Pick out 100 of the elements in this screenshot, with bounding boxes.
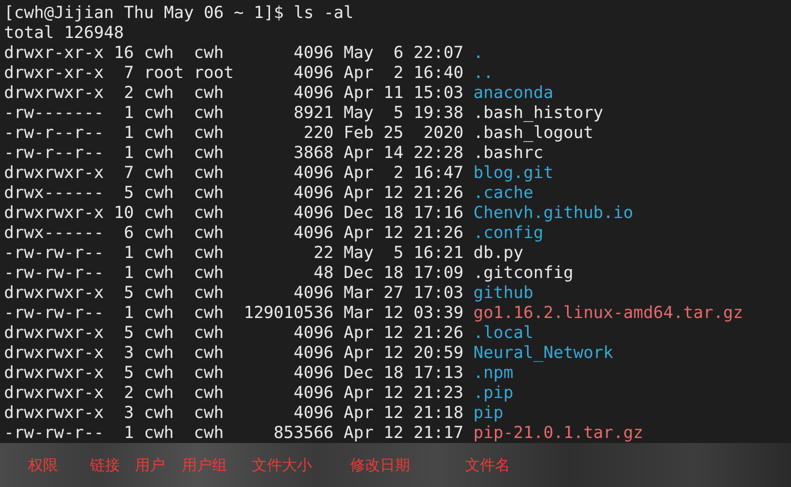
- owner: cwh: [144, 423, 175, 443]
- month: Apr: [344, 143, 374, 163]
- file-size: 4096: [292, 283, 334, 303]
- time: 03:39: [414, 303, 464, 323]
- owner: cwh: [144, 143, 175, 163]
- month: Apr: [344, 383, 374, 403]
- owner: cwh: [144, 403, 175, 423]
- permissions: drwxrwxr-x: [4, 283, 104, 303]
- time: 16:21: [414, 243, 464, 263]
- file-size: 4096: [292, 63, 334, 83]
- file-size: 4096: [292, 83, 334, 103]
- file-name: .gitconfig: [473, 263, 574, 283]
- time: 22:28: [414, 143, 464, 163]
- time: 20:59: [414, 343, 464, 363]
- link-count: 7: [122, 63, 134, 83]
- time: 21:26: [414, 323, 464, 343]
- group: cwh: [194, 223, 234, 243]
- file-name: anaconda: [473, 83, 554, 103]
- file-name: .config: [473, 223, 544, 243]
- permissions: drwxrwxr-x: [4, 363, 104, 383]
- permissions: -rw-rw-r--: [4, 303, 104, 323]
- time: 16:40: [414, 63, 464, 83]
- link-count: 5: [122, 183, 134, 203]
- day: 2: [384, 163, 404, 183]
- day: 5: [384, 243, 404, 263]
- owner: cwh: [144, 383, 175, 403]
- month: Dec: [344, 203, 374, 223]
- file-size: 4096: [292, 383, 334, 403]
- month: Apr: [344, 403, 374, 423]
- permissions: -rw-rw-r--: [4, 423, 104, 443]
- group: root: [194, 63, 234, 83]
- file-size: 4096: [292, 43, 334, 63]
- time: 21:23: [414, 383, 464, 403]
- file-size: 8921: [292, 103, 334, 123]
- link-count: 5: [122, 363, 134, 383]
- permissions: drwx------: [4, 183, 104, 203]
- day: 12: [384, 223, 404, 243]
- file-size: 48: [312, 263, 334, 283]
- month: Mar: [344, 283, 374, 303]
- group: cwh: [194, 363, 234, 383]
- total-line: total 126948: [4, 23, 125, 43]
- owner: cwh: [144, 283, 175, 303]
- link-count: 2: [122, 83, 134, 103]
- link-count: 1: [122, 143, 134, 163]
- day: 12: [384, 403, 404, 423]
- permissions: drwx------: [4, 223, 104, 243]
- month: Apr: [344, 83, 374, 103]
- permissions: drwxrwxr-x: [4, 383, 104, 403]
- file-size: 4096: [292, 203, 334, 223]
- time: 16:47: [414, 163, 464, 183]
- day: 25: [384, 123, 404, 143]
- link-count: 1: [122, 243, 134, 263]
- day: 12: [384, 303, 404, 323]
- column-label: 用户: [135, 456, 165, 474]
- day: 2: [384, 63, 404, 83]
- group: cwh: [194, 303, 234, 323]
- group: cwh: [194, 183, 234, 203]
- file-name: github: [473, 283, 534, 303]
- file-name: go1.16.2.linux-amd64.tar.gz: [473, 303, 744, 323]
- time: 15:03: [414, 83, 464, 103]
- month: Apr: [344, 323, 374, 343]
- group: cwh: [194, 263, 234, 283]
- day: 6: [384, 43, 404, 63]
- owner: root: [144, 63, 184, 83]
- file-name: .: [473, 43, 484, 63]
- file-size: 3868: [292, 143, 334, 163]
- group: cwh: [194, 283, 234, 303]
- permissions: drwxr-xr-x: [4, 43, 104, 63]
- owner: cwh: [144, 183, 175, 203]
- owner: cwh: [144, 163, 175, 183]
- file-size: 4096: [292, 403, 334, 423]
- column-label: 权限: [28, 456, 58, 474]
- group: cwh: [194, 383, 234, 403]
- group: cwh: [194, 423, 234, 443]
- file-name: blog.git: [473, 163, 554, 183]
- day: 12: [384, 323, 404, 343]
- file-size: 4096: [292, 323, 334, 343]
- month: May: [344, 103, 374, 123]
- owner: cwh: [144, 303, 175, 323]
- month: Mar: [344, 303, 374, 323]
- day: 18: [384, 203, 404, 223]
- permissions: -rw-r--r--: [4, 143, 104, 163]
- month: Apr: [344, 183, 374, 203]
- file-name: .bash_history: [473, 103, 604, 123]
- time: 2020: [422, 123, 464, 143]
- owner: cwh: [144, 203, 175, 223]
- file-size: 853566: [272, 423, 334, 443]
- day: 12: [384, 183, 404, 203]
- month: Apr: [344, 63, 374, 83]
- month: May: [344, 43, 374, 63]
- month: Apr: [344, 423, 374, 443]
- day: 18: [384, 263, 404, 283]
- time: 17:16: [414, 203, 464, 223]
- group: cwh: [194, 203, 234, 223]
- file-size: 4096: [292, 223, 334, 243]
- permissions: -rw-rw-r--: [4, 263, 104, 283]
- time: 21:26: [414, 223, 464, 243]
- day: 12: [384, 343, 404, 363]
- file-name: .bashrc: [473, 143, 544, 163]
- time: 17:09: [414, 263, 464, 283]
